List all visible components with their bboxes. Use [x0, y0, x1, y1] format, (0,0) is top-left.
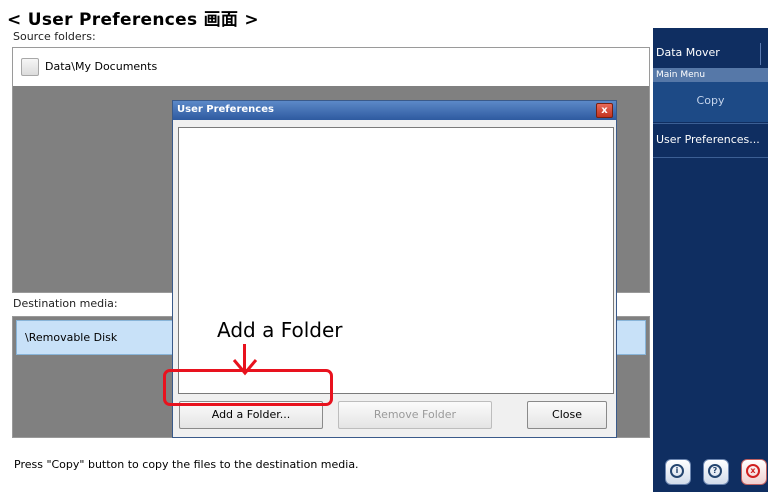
user-preferences-button[interactable]: User Preferences... [656, 133, 760, 146]
sidebar-separator [653, 123, 768, 124]
dialog-close-button[interactable]: Close [527, 401, 607, 429]
copy-button-label: Copy [696, 94, 725, 107]
info-button[interactable]: i [665, 459, 691, 485]
source-folders-label: Source folders: [13, 30, 96, 43]
exit-button[interactable]: x [741, 459, 767, 485]
status-text: Press "Copy" button to copy the files to… [14, 458, 359, 471]
remove-folder-button[interactable]: Remove Folder [338, 401, 492, 429]
help-button[interactable]: ? [703, 459, 729, 485]
annotation-label: Add a Folder [217, 318, 343, 342]
sidebar: Data Mover Main Menu Copy User Preferenc… [653, 28, 768, 492]
main-menu-header: Main Menu [653, 68, 768, 82]
copy-button[interactable]: Copy [653, 82, 768, 122]
source-folder-label: Data\My Documents [45, 60, 158, 73]
main-menu-label: Main Menu [656, 70, 706, 80]
source-folder-row[interactable]: Data\My Documents [13, 48, 649, 86]
source-folder-checkbox[interactable] [21, 58, 39, 76]
close-icon: x [746, 464, 760, 478]
help-icon: ? [708, 464, 722, 478]
destination-media-item: \Removable Disk [25, 331, 118, 344]
sidebar-separator [653, 157, 768, 158]
dialog-title-bar[interactable]: User Preferences x [173, 101, 616, 120]
dialog-close-icon[interactable]: x [596, 103, 613, 118]
destination-media-label: Destination media: [13, 297, 118, 310]
sidebar-title: Data Mover [656, 46, 720, 59]
info-icon: i [670, 464, 684, 478]
dialog-title: User Preferences [177, 104, 274, 115]
annotation-highlight-box [163, 369, 333, 406]
page-caption: < User Preferences 画面 > [7, 10, 259, 30]
sidebar-divider [760, 43, 768, 65]
